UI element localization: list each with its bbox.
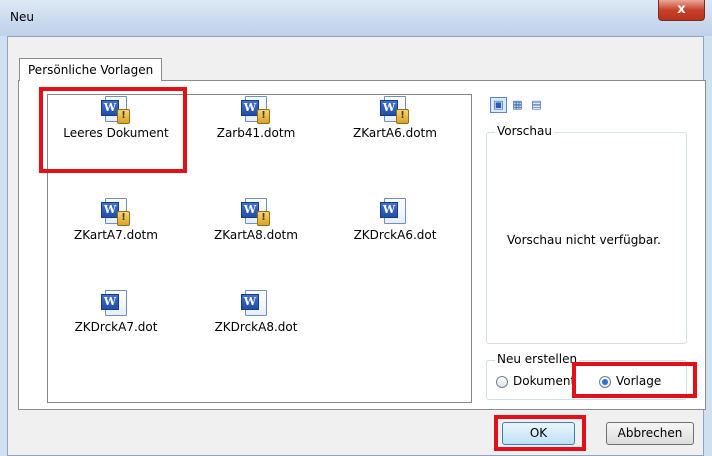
tab-personal-templates[interactable]: Persönliche Vorlagen <box>19 58 163 81</box>
preview-title: Vorschau <box>495 124 554 138</box>
template-item-zkdrcka7[interactable]: W ZKDrckA7.dot <box>51 290 181 334</box>
large-icons-view-button[interactable]: ▣ <box>490 97 507 113</box>
title-bar: Neu x <box>0 0 712 36</box>
word-macro-template-icon: W! <box>241 198 270 226</box>
template-label: ZKartA6.dotm <box>353 126 437 140</box>
template-item-zkarta7[interactable]: W! ZKartA7.dotm <box>51 198 181 242</box>
template-item-zkarta6[interactable]: W! ZKartA6.dotm <box>330 96 460 140</box>
word-macro-template-icon: W! <box>241 96 270 124</box>
template-item-zkarta8[interactable]: W! ZKartA8.dotm <box>191 198 321 242</box>
list-view-button[interactable]: ▦ <box>509 97 526 113</box>
word-macro-template-icon: W! <box>380 96 409 124</box>
details-view-icon: ▤ <box>531 98 542 111</box>
template-label: ZKDrckA7.dot <box>74 320 158 334</box>
template-label: ZKDrckA6.dot <box>353 228 437 242</box>
preview-message: Vorschau nicht verfügbar. <box>507 233 661 247</box>
cancel-button[interactable]: Abbrechen <box>606 422 694 445</box>
template-label: ZKartA7.dotm <box>74 228 158 242</box>
template-label: ZKartA8.dotm <box>214 228 298 242</box>
template-item-zkdrcka6[interactable]: W ZKDrckA6.dot <box>330 198 460 242</box>
template-item-zkdrcka8[interactable]: W ZKDrckA8.dot <box>191 290 321 334</box>
word-template-icon: W <box>380 198 406 224</box>
word-macro-template-icon: W! <box>101 198 130 226</box>
template-label: ZKDrckA8.dot <box>214 320 298 334</box>
highlight-box-vorlage <box>572 362 697 398</box>
details-view-button[interactable]: ▤ <box>528 97 545 113</box>
word-template-icon: W <box>241 290 267 316</box>
highlight-box-ok <box>494 415 586 451</box>
highlight-box-leeres-dokument <box>39 87 187 173</box>
window-title: Neu <box>10 10 34 24</box>
template-item-zarb41[interactable]: W! Zarb41.dotm <box>191 96 321 140</box>
close-button[interactable]: x <box>658 0 705 21</box>
word-template-icon: W <box>101 290 127 316</box>
template-label: Zarb41.dotm <box>216 126 296 140</box>
radio-dokument[interactable] <box>496 376 508 388</box>
list-view-icon: ▦ <box>512 98 523 111</box>
radio-dokument-label: Dokument <box>513 374 576 388</box>
close-icon: x <box>677 2 686 17</box>
large-icons-view-icon: ▣ <box>493 98 504 111</box>
create-new-title: Neu erstellen <box>495 352 580 366</box>
